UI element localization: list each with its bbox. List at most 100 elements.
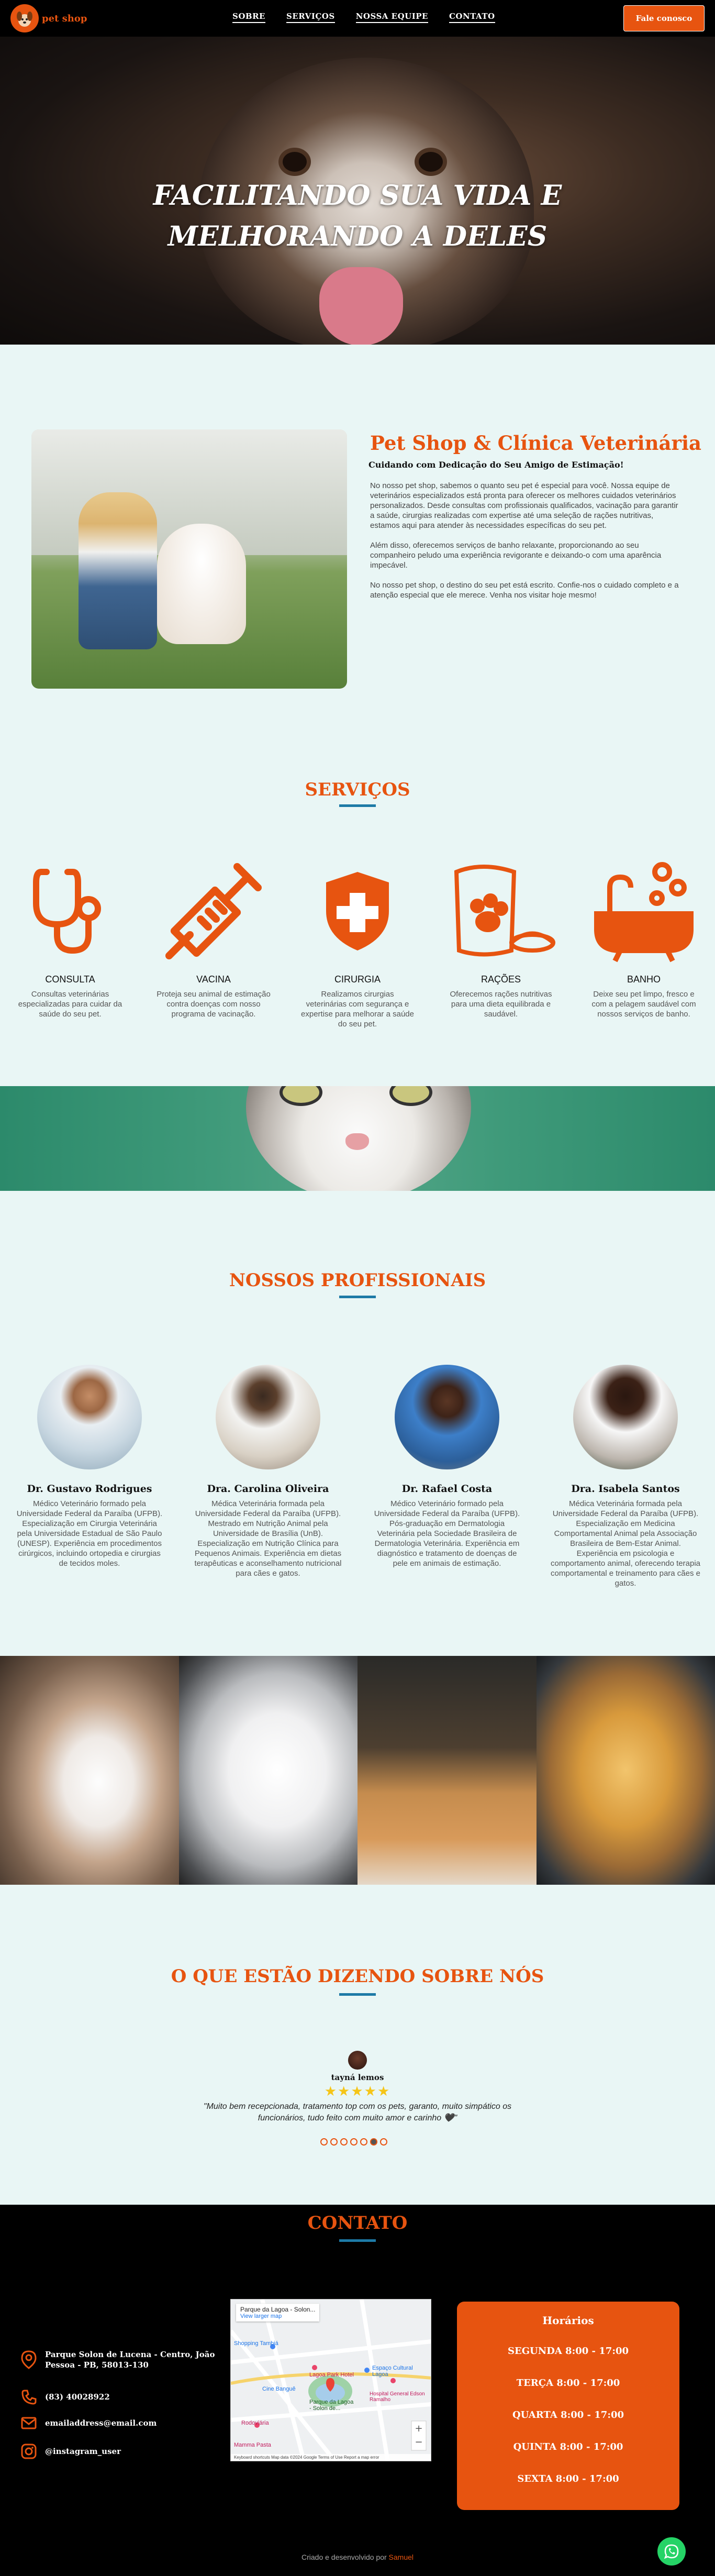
- service-card[interactable]: BANHO Deixe seu pet limpo, fresco e com …: [586, 854, 701, 1019]
- map-label: Parque da Lagoa - Solon de...: [309, 2399, 354, 2412]
- service-desc: Realizamos cirurgias veterinárias com se…: [301, 990, 414, 1029]
- map-label: Lagoa Park Hotel: [309, 2372, 354, 2378]
- hero-banner: FACILITANDO SUA VIDA E MELHORANDO A DELE…: [0, 37, 715, 345]
- service-name: RAÇÕES: [481, 974, 521, 985]
- service-name: CIRURGIA: [334, 974, 381, 985]
- reviewer-avatar: [348, 2051, 367, 2070]
- section-underline: [339, 1993, 376, 1996]
- contact-us-button[interactable]: Fale conosco: [623, 5, 705, 31]
- services-title: SERVIÇOS: [305, 779, 410, 800]
- hours-title: Horários: [542, 2314, 594, 2327]
- email-text: emailaddress@email.com: [45, 2418, 157, 2428]
- about-paragraph: No nosso pet shop, o destino do seu pet …: [370, 581, 679, 600]
- avatar: [216, 1365, 320, 1469]
- team-title: NOSSOS PROFISSIONAIS: [229, 1270, 486, 1291]
- reviewer-name: tayná lemos: [331, 2073, 384, 2082]
- pet-food-icon: [443, 854, 558, 969]
- medical-shield-icon: [300, 854, 415, 969]
- member-name: Dr. Rafael Costa: [401, 1483, 493, 1495]
- carousel-dot[interactable]: [380, 2138, 387, 2146]
- member-name: Dra. Carolina Oliveira: [207, 1483, 329, 1495]
- credit-author[interactable]: Samuel: [389, 2553, 414, 2561]
- hero-title-line1: FACILITANDO SUA VIDA E: [153, 180, 562, 212]
- hours-row: QUINTA 8:00 - 17:00: [513, 2441, 623, 2452]
- map-place-name: Parque da Lagoa - Solon...: [240, 2306, 316, 2313]
- member-name: Dr. Gustavo Rodrigues: [27, 1483, 152, 1495]
- logo[interactable]: pet shop: [10, 4, 87, 32]
- phone-text: (83) 40028922: [45, 2392, 110, 2402]
- carousel-dot[interactable]: [360, 2138, 367, 2146]
- hero-title: FACILITANDO SUA VIDA E MELHORANDO A DELE…: [0, 175, 715, 257]
- email-item[interactable]: emailaddress@email.com: [21, 2416, 157, 2430]
- hours-row: SEXTA 8:00 - 17:00: [517, 2473, 619, 2484]
- carousel-dot[interactable]: [330, 2138, 338, 2146]
- map-label: Espaço Cultural Lagoa: [372, 2365, 413, 2378]
- testimonial-quote: "Muito bem recepcionada, tratamento top …: [203, 2102, 512, 2122]
- carousel-dot-active[interactable]: [370, 2138, 377, 2146]
- whatsapp-button[interactable]: [657, 2537, 686, 2566]
- gallery-rabbit-image: [0, 1656, 179, 1885]
- member-bio: Médica Veterinária formada pela Universi…: [194, 1499, 342, 1578]
- testimonials-title: O QUE ESTÃO DIZENDO SOBRE NÓS: [171, 1966, 544, 1987]
- about-photo-girl: [79, 492, 157, 649]
- main-menu: SOBRE SERVIÇOS NOSSA EQUIPE CONTATO: [232, 12, 495, 23]
- service-card[interactable]: RAÇÕES Oferecemos rações nutritivas para…: [443, 854, 558, 1019]
- map-label: Mamma Pasta: [234, 2442, 271, 2448]
- section-underline: [339, 2239, 376, 2242]
- nav-link-servicos[interactable]: SERVIÇOS: [286, 12, 335, 23]
- carousel-dot[interactable]: [320, 2138, 328, 2146]
- service-name: CONSULTA: [45, 974, 95, 985]
- map-label: Rodoviária: [241, 2420, 269, 2426]
- carousel-dot[interactable]: [340, 2138, 348, 2146]
- instagram-item[interactable]: @instagram_user: [21, 2444, 121, 2459]
- cat-nose: [345, 1133, 369, 1150]
- top-navbar: pet shop SOBRE SERVIÇOS NOSSA EQUIPE CON…: [0, 0, 715, 37]
- team-member-card: Dra. Carolina Oliveira Médica Veterinári…: [192, 1365, 344, 1578]
- nav-link-equipe[interactable]: NOSSA EQUIPE: [355, 12, 428, 23]
- about-text: No nosso pet shop, sabemos o quanto seu …: [370, 481, 679, 610]
- member-name: Dra. Isabela Santos: [571, 1483, 680, 1495]
- gallery-cat-image: [178, 1656, 358, 1885]
- service-card[interactable]: CONSULTA Consultas veterinárias especial…: [13, 854, 128, 1019]
- location-pin-icon: [21, 2350, 37, 2369]
- embedded-map[interactable]: + − Parque da Lagoa - Solon... View larg…: [230, 2299, 431, 2461]
- map-place-card: Parque da Lagoa - Solon... View larger m…: [236, 2304, 320, 2321]
- avatar: [395, 1365, 499, 1469]
- map-label: Hospital General Edson Ramalho: [370, 2391, 425, 2403]
- map-view-larger-link[interactable]: View larger map: [240, 2313, 315, 2319]
- cat-banner-image: [0, 1086, 715, 1191]
- service-desc: Oferecemos rações nutritivas para uma di…: [450, 990, 552, 1019]
- instagram-icon: [21, 2444, 37, 2459]
- credit-prefix: Criado e desenvolvido por: [301, 2553, 387, 2561]
- phone-item[interactable]: (83) 40028922: [21, 2389, 110, 2405]
- service-name: BANHO: [627, 974, 661, 985]
- map-label: Cine Banguê: [262, 2386, 296, 2392]
- phone-icon: [21, 2390, 37, 2405]
- service-desc: Deixe seu pet limpo, fresco e com a pela…: [591, 990, 696, 1019]
- hours-row: QUARTA 8:00 - 17:00: [512, 2409, 624, 2420]
- nav-link-sobre[interactable]: SOBRE: [232, 12, 265, 23]
- service-card[interactable]: CIRURGIA Realizamos cirurgias veterinári…: [300, 854, 415, 1029]
- svg-text:+: +: [415, 2423, 422, 2434]
- team-member-card: Dr. Gustavo Rodrigues Médico Veterinário…: [14, 1365, 165, 1568]
- nav-link-contato[interactable]: CONTATO: [449, 12, 495, 23]
- carousel-dot[interactable]: [350, 2138, 358, 2146]
- member-bio: Médica Veterinária formada pela Universi…: [551, 1499, 700, 1588]
- section-underline: [339, 1296, 376, 1298]
- service-desc: Consultas veterinárias especializadas pa…: [18, 990, 122, 1019]
- bathtub-icon: [586, 854, 701, 969]
- avatar: [37, 1365, 142, 1469]
- map-canvas: + −: [231, 2299, 431, 2461]
- opening-hours-card: Horários SEGUNDA 8:00 - 17:00 TERÇA 8:00…: [457, 2302, 679, 2510]
- map-footer: Keyboard shortcuts Map data ©2024 Google…: [231, 2454, 431, 2461]
- syringe-icon: [156, 854, 271, 969]
- service-card[interactable]: VACINA Proteja seu animal de estimação c…: [156, 854, 271, 1019]
- hours-row: TERÇA 8:00 - 17:00: [516, 2378, 620, 2389]
- team-member-card: Dra. Isabela Santos Médica Veterinária f…: [550, 1365, 701, 1588]
- dog-logo-icon: [10, 4, 39, 32]
- address-item: Parque Solon de Lucena - Centro, João Pe…: [21, 2349, 230, 2370]
- contact-title: CONTATO: [307, 2213, 408, 2234]
- member-bio: Médico Veterinário formado pela Universi…: [16, 1499, 163, 1568]
- about-photo-dog: [157, 524, 246, 644]
- member-bio: Médico Veterinário formado pela Universi…: [374, 1499, 520, 1568]
